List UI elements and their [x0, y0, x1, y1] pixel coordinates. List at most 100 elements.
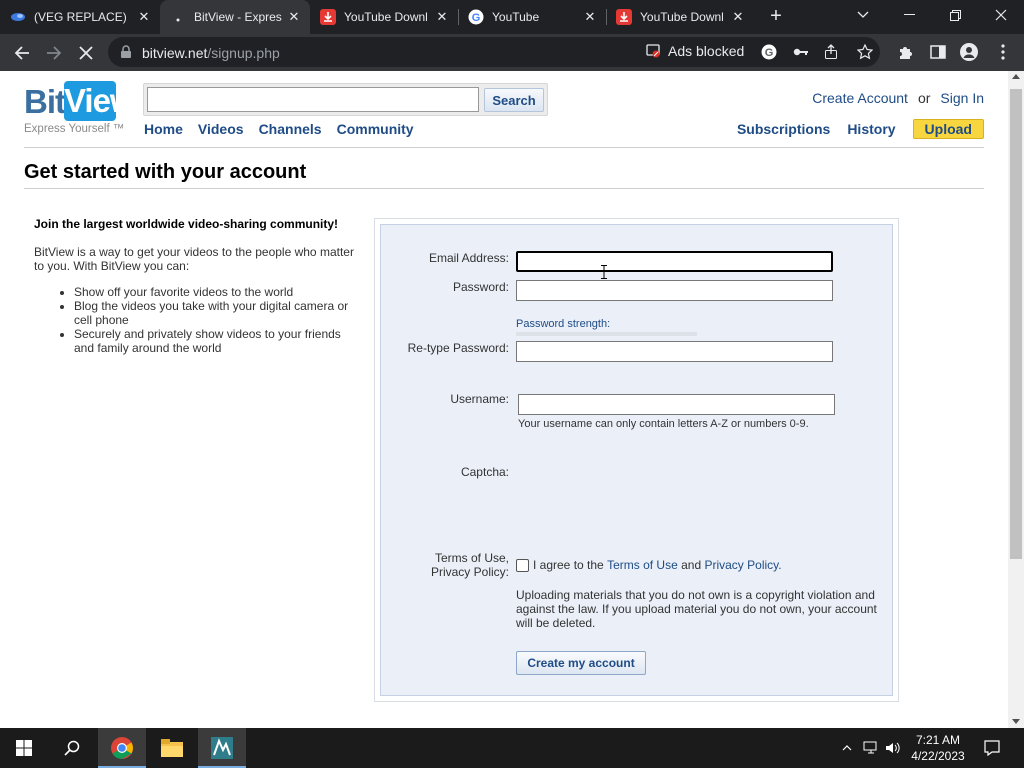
- stop-loading-icon[interactable]: [75, 42, 97, 64]
- search-input[interactable]: [147, 87, 479, 112]
- page-scrollbar[interactable]: [1008, 71, 1024, 728]
- terms-of-use-link[interactable]: Terms of Use: [607, 558, 678, 572]
- promo-intro: BitView is a way to get your videos to t…: [34, 245, 354, 273]
- create-account-button[interactable]: Create my account: [516, 651, 646, 675]
- header-divider: [24, 147, 984, 148]
- ads-blocked-icon: [646, 44, 660, 58]
- url-text: bitview.net/signup.php: [142, 45, 280, 61]
- tab-search-chevron-icon[interactable]: [840, 0, 886, 30]
- network-icon[interactable]: [862, 728, 880, 768]
- title-divider: [24, 188, 984, 189]
- scroll-up-arrow-icon[interactable]: [1012, 74, 1020, 79]
- agree-checkbox[interactable]: [516, 558, 529, 572]
- kebab-menu-icon[interactable]: [994, 43, 1012, 61]
- side-panel-icon[interactable]: [929, 43, 947, 61]
- address-bar[interactable]: bitview.net/signup.php Ads blocked G: [108, 37, 880, 67]
- close-icon[interactable]: ✕: [136, 9, 152, 25]
- scroll-down-arrow-icon[interactable]: [1012, 719, 1020, 724]
- notifications-icon[interactable]: [980, 728, 1004, 768]
- forward-arrow-icon[interactable]: [43, 42, 65, 64]
- lock-icon[interactable]: [120, 45, 132, 64]
- windows-taskbar: 7:21 AM 4/22/2023: [0, 728, 1024, 768]
- tab-bitview[interactable]: BitView - Expres ✕: [160, 0, 310, 34]
- download-red-icon: [320, 9, 336, 25]
- system-clock[interactable]: 7:21 AM 4/22/2023: [902, 732, 974, 764]
- close-icon[interactable]: ✕: [730, 9, 746, 25]
- history-link[interactable]: History: [847, 121, 895, 137]
- retype-password-field[interactable]: [516, 341, 833, 362]
- close-icon[interactable]: ✕: [434, 9, 450, 25]
- bookmark-star-icon[interactable]: [857, 44, 873, 60]
- chrome-taskbar-icon[interactable]: [98, 728, 146, 768]
- retype-password-label: Re-type Password:: [407, 341, 509, 355]
- tab-title: YouTube Downl: [344, 10, 428, 24]
- share-icon[interactable]: [824, 44, 840, 60]
- promo-list: Show off your favorite videos to the wor…: [74, 285, 354, 355]
- close-window-button[interactable]: [978, 0, 1024, 30]
- close-icon[interactable]: ✕: [286, 9, 302, 25]
- subscriptions-link[interactable]: Subscriptions: [737, 121, 830, 137]
- text-cursor-icon: [601, 265, 607, 279]
- tab-youtube-downloader-2[interactable]: YouTube Downl ✕: [606, 0, 754, 34]
- clock-time: 7:21 AM: [915, 733, 961, 747]
- tab-title: YouTube: [492, 10, 540, 24]
- and-text: and: [681, 558, 702, 572]
- svg-text:G: G: [472, 12, 481, 24]
- nav-community[interactable]: Community: [337, 121, 414, 137]
- file-explorer-icon[interactable]: [148, 728, 196, 768]
- close-icon[interactable]: ✕: [582, 9, 598, 25]
- sign-in-link[interactable]: Sign In: [940, 90, 984, 106]
- account-links: Create Account or Sign In: [812, 90, 984, 106]
- tab-youtube[interactable]: G YouTube ✕: [458, 0, 606, 34]
- terms-label-line-1: Terms of Use,: [434, 551, 509, 565]
- new-tab-button[interactable]: +: [766, 6, 786, 27]
- video-editor-icon[interactable]: [198, 728, 246, 768]
- scrollbar-thumb[interactable]: [1010, 89, 1022, 559]
- search-icon[interactable]: [48, 728, 96, 768]
- username-label: Username:: [450, 392, 509, 406]
- url-path: /signup.php: [207, 45, 280, 61]
- promo-heading: Join the largest worldwide video-sharing…: [34, 217, 339, 231]
- logo-view-text: View: [64, 81, 136, 121]
- windows-start-icon[interactable]: [0, 728, 48, 768]
- username-field[interactable]: [518, 394, 835, 415]
- copyright-warning: Uploading materials that you do not own …: [516, 588, 877, 630]
- tab-veg-replace[interactable]: (VEG REPLACE)[ ✕: [0, 0, 160, 34]
- tab-title: (VEG REPLACE)[: [34, 10, 126, 24]
- restore-button[interactable]: [932, 0, 978, 30]
- tab-title: BitView - Expres: [194, 10, 282, 24]
- search-button[interactable]: Search: [484, 88, 544, 112]
- extensions-puzzle-icon[interactable]: [897, 43, 915, 61]
- key-icon[interactable]: [793, 44, 809, 60]
- nav-home[interactable]: Home: [144, 121, 183, 137]
- or-text: or: [917, 90, 931, 106]
- url-host: bitview.net: [142, 45, 208, 61]
- show-hidden-icons-chevron-icon[interactable]: [838, 728, 856, 768]
- web-page: Bit View Express Yourself ™ Search Home …: [0, 71, 1008, 728]
- ads-blocked-indicator[interactable]: Ads blocked: [646, 43, 744, 59]
- google-g-icon: G: [468, 9, 484, 25]
- nav-channels[interactable]: Channels: [259, 121, 322, 137]
- profile-avatar-icon[interactable]: [960, 43, 978, 61]
- promo-section: Join the largest worldwide video-sharing…: [34, 217, 354, 355]
- logo-bit-text: Bit: [24, 83, 66, 120]
- search-bar: Search: [143, 83, 548, 116]
- username-hint: Your username can only contain letters A…: [518, 418, 809, 430]
- signup-form-panel: Email Address: Password: Password streng…: [380, 224, 893, 696]
- email-field[interactable]: [516, 251, 833, 272]
- create-account-link[interactable]: Create Account: [812, 90, 908, 106]
- google-lens-icon[interactable]: G: [761, 44, 777, 60]
- password-field[interactable]: [516, 280, 833, 301]
- upload-button[interactable]: Upload: [912, 119, 984, 139]
- minimize-button[interactable]: [886, 0, 932, 30]
- bitview-logo[interactable]: Bit View Express Yourself ™: [24, 81, 136, 137]
- user-nav: Subscriptions History Upload: [737, 119, 984, 139]
- nav-videos[interactable]: Videos: [198, 121, 244, 137]
- volume-icon[interactable]: [884, 728, 902, 768]
- back-arrow-icon[interactable]: [11, 42, 33, 64]
- privacy-policy-link[interactable]: Privacy Policy.: [704, 558, 781, 572]
- password-label: Password:: [452, 280, 509, 294]
- edge-blue-icon: [10, 9, 26, 25]
- tab-youtube-downloader-1[interactable]: YouTube Downl ✕: [310, 0, 458, 34]
- password-strength-meter: [516, 332, 697, 336]
